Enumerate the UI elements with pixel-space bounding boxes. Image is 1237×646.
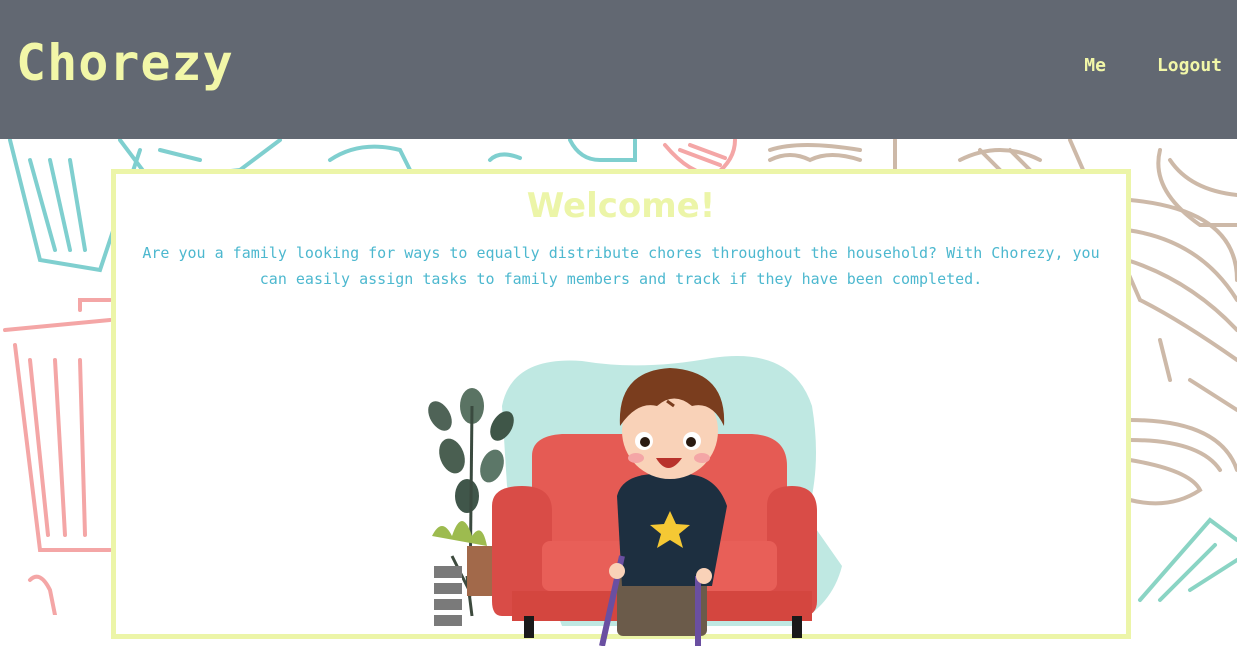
spray-bottle-icon	[28, 574, 57, 615]
nav-link-me[interactable]: Me	[1084, 55, 1106, 76]
welcome-card: Welcome! Are you a family looking for wa…	[111, 169, 1131, 646]
welcome-description: Are you a family looking for ways to equ…	[142, 244, 1100, 288]
welcome-title: Welcome!	[526, 186, 716, 226]
top-navbar: Chorezy Me Logout	[0, 0, 1237, 139]
trash-can-icon	[3, 298, 112, 552]
boy-illustration	[428, 356, 842, 646]
nav-links: Me Logout	[1084, 55, 1222, 76]
cup-icon	[1156, 148, 1237, 227]
brand-logo[interactable]: Chorezy	[16, 34, 234, 92]
nav-link-logout[interactable]: Logout	[1157, 55, 1222, 76]
